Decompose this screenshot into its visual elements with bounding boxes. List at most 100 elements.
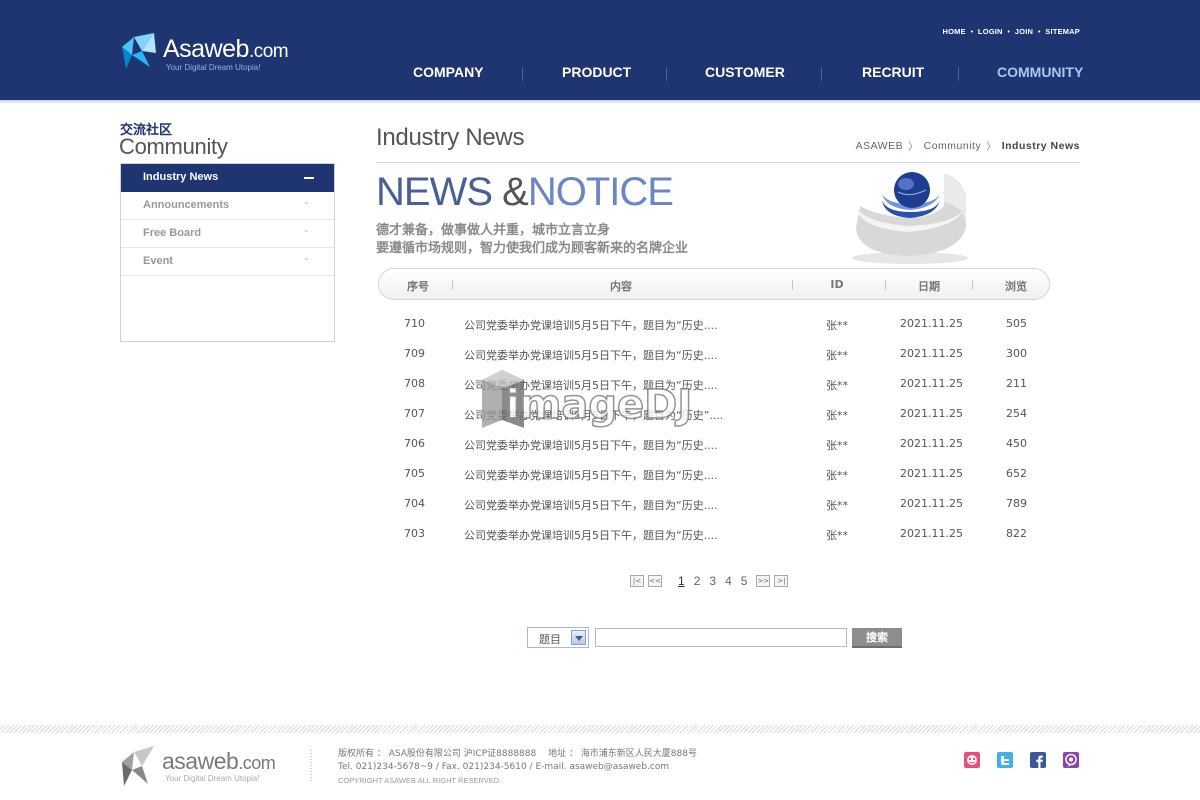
sidebar-item-announcements[interactable]: Announcements ⌄ [121,192,334,220]
column-header-subject: 内容 [610,280,632,293]
facebook-icon[interactable] [1030,752,1046,768]
logo-mark-icon [122,33,156,69]
row-subject-link[interactable]: 公司党委举办党课培训5月5日下午，题目为“历史.... [464,467,718,483]
column-separator [972,280,973,290]
sidebar-item-industry-news[interactable]: Industry News [121,164,334,192]
row-views: 652 [1006,467,1027,480]
nav-separator [666,67,667,81]
nav-product[interactable]: PRODUCT [562,64,631,80]
search-field-select[interactable]: 题目 [527,627,589,648]
me2day-icon[interactable] [1063,752,1079,768]
row-date: 2021.11.25 [900,377,963,390]
page-number[interactable]: 4 [725,574,732,588]
row-subject-link[interactable]: 公司党委举办党课培训5月5日下午，题目为“历史.... [464,497,718,513]
site-header: Asaweb.com Your Digital Dream Utopia! HO… [0,0,1200,100]
site-logo[interactable]: Asaweb.com Your Digital Dream Utopia! [120,33,300,75]
row-subject-link[interactable]: 公司党委举办党课培训5月5日下午，题目为“历史.... [464,527,718,543]
row-views: 450 [1006,437,1027,450]
banner-subtitle-2: 要遵循市场规则，智力使我们成为顾客新来的名牌企业 [376,241,689,256]
row-date: 2021.11.25 [900,527,963,540]
footer-logo-slogan: Your Digital Dream Utopia! [165,774,260,783]
table-row: 710 公司党委举办党课培训5月5日下午，题目为“历史.... 张** 2021… [378,310,1050,340]
watermark: imageDJ [482,370,693,429]
footer-logo-text: asaweb.com [162,748,276,774]
dropdown-arrow-icon [571,630,586,645]
column-header-views: 浏览 [1005,280,1027,293]
column-header-number: 序号 [407,280,429,293]
row-subject-link[interactable]: 公司党委举办党课培训5月5日下午，题目为“历史.... [464,347,718,363]
row-views: 300 [1006,347,1027,360]
row-views: 211 [1006,377,1027,390]
util-link-home[interactable]: HOME [942,27,965,36]
row-writer: 张** [826,319,848,332]
row-views: 789 [1006,497,1027,510]
footer-separator [310,750,312,782]
row-subject-link[interactable]: 公司党委举办党课培训5月5日下午，题目为“历史.... [464,437,718,453]
util-separator: • [1037,27,1042,36]
chevron-down-icon: ⌄ [302,197,310,207]
nav-separator [958,67,959,81]
utility-links: HOME • LOGIN • JOIN • SITEMAP [942,27,1080,36]
column-separator [885,280,886,290]
util-link-login[interactable]: LOGIN [978,27,1003,36]
breadcrumb-item[interactable]: Community [924,140,982,152]
row-date: 2021.11.25 [900,317,963,330]
footer-logo[interactable]: asaweb.com Your Digital Dream Utopia! [120,746,300,790]
breadcrumb-item[interactable]: ASAWEB [856,140,904,152]
sidebar-item-free-board[interactable]: Free Board ⌄ [121,220,334,248]
util-link-sitemap[interactable]: SITEMAP [1045,27,1080,36]
search-field-value: 题目 [539,633,561,646]
next-page-button[interactable]: >> [756,575,771,587]
column-header-date: 日期 [918,280,940,293]
breadcrumb-current: Industry News [1001,139,1080,152]
title-divider [376,162,1080,163]
footer-divider-band [0,725,1200,733]
search-button[interactable]: 搜索 [852,628,902,648]
row-views: 822 [1006,527,1027,540]
first-page-button[interactable]: |< [630,575,644,587]
util-separator: • [1006,27,1011,36]
last-page-button[interactable]: >| [774,575,789,587]
twitter-icon[interactable] [997,752,1013,768]
page-number[interactable]: 5 [741,574,748,588]
row-number: 705 [404,467,425,480]
nav-separator [821,67,822,81]
chevron-down-icon: ⌄ [302,253,310,263]
prev-page-button[interactable]: << [648,575,662,587]
table-row: 703 公司党委举办党课培训5月5日下午，题目为“历史.... 张** 2021… [378,520,1050,550]
row-number: 704 [404,497,425,510]
nav-recruit[interactable]: RECRUIT [862,64,924,80]
column-separator [452,280,453,290]
footer-company-info: 版权所有 ： ASA股份有限公司 沪ICP证8888888 地址 ： 海市浦东新… [338,749,697,759]
page-number[interactable]: 3 [709,574,716,588]
column-separator [792,280,793,290]
util-link-join[interactable]: JOIN [1015,27,1033,36]
watermark-text: imageDJ [506,382,692,428]
blog-icon[interactable] [964,752,980,768]
row-writer: 张** [826,439,848,452]
sidebar-title-eng: Community [119,134,228,159]
page-number-current[interactable]: 1 [678,574,685,588]
footer-info: 版权所有 ： ASA股份有限公司 沪ICP证8888888 地址 ： 海市浦东新… [338,748,697,787]
column-header-id: ID [830,278,844,291]
row-number: 709 [404,347,425,360]
page-number[interactable]: 2 [694,574,701,588]
chevron-right-icon: 〉 [908,142,919,153]
breadcrumb: ASAWEB 〉 Community 〉 Industry News [856,138,1080,154]
page-title: Industry News [376,124,525,151]
sidebar-item-event[interactable]: Event ⌄ [121,248,334,276]
row-subject-link[interactable]: 公司党委举办党课培训5月5日下午，题目为“历史.... [464,317,718,333]
minus-icon [304,177,314,179]
nav-customer[interactable]: CUSTOMER [705,64,785,80]
nav-company[interactable]: COMPANY [413,64,484,80]
nav-separator [522,67,523,81]
chevron-right-icon: 〉 [986,142,997,153]
row-number: 707 [404,407,425,420]
row-views: 505 [1006,317,1027,330]
util-separator: • [969,27,974,36]
row-views: 254 [1006,407,1027,420]
sidebar-item-label: Industry News [143,171,219,183]
search-input[interactable] [595,628,847,647]
table-row: 704 公司党委举办党课培训5月5日下午，题目为“历史.... 张** 2021… [378,490,1050,520]
nav-community[interactable]: COMMUNITY [997,64,1083,80]
